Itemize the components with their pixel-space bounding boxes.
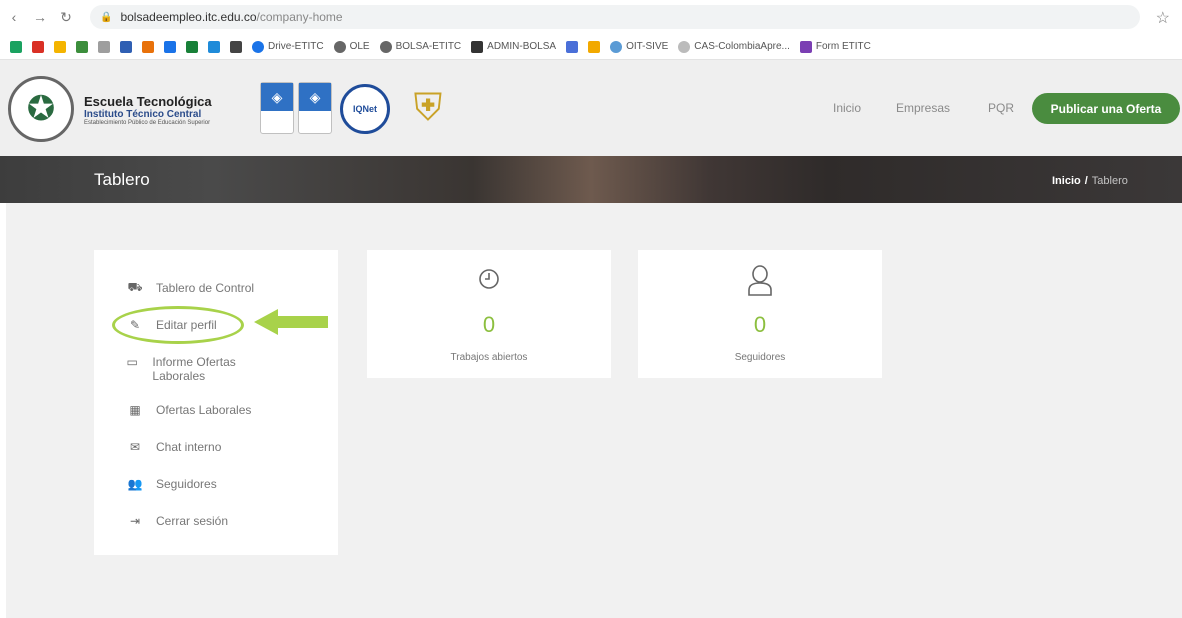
monitor-icon: ▭ (126, 355, 138, 369)
stat-label: Seguidores (734, 352, 786, 363)
app-icon[interactable] (588, 40, 601, 53)
logo-subtitle: Instituto Técnico Central (84, 109, 202, 120)
sidebar-item-seguidores[interactable]: 👥 Seguidores (128, 477, 217, 491)
sidebar-item-ofertas[interactable]: ▦ Ofertas Laborales (128, 403, 251, 417)
forward-icon[interactable]: → (30, 7, 50, 27)
logo-tagline: Establecimiento Público de Educación Sup… (84, 120, 211, 126)
url-path: /company-home (256, 10, 343, 24)
stat-value: 0 (482, 312, 496, 337)
school-name-logo[interactable]: Escuela Tecnológica Instituto Técnico Ce… (84, 94, 234, 126)
highlight-oval (112, 306, 244, 344)
sidebar-item-cerrar-sesion[interactable]: ⇥ Cerrar sesión (128, 514, 228, 528)
app-icon[interactable] (54, 40, 66, 53)
bookmark-cas[interactable]: CAS-ColombiaApre... (678, 40, 790, 53)
bookmark-drive-etitc[interactable]: Drive-ETITC (252, 40, 324, 53)
nav-empresas[interactable]: Empresas (896, 101, 950, 115)
app-icon[interactable] (208, 40, 220, 53)
clock-icon (367, 268, 611, 295)
pointer-arrow-icon (254, 309, 328, 335)
sidebar-item-tablero[interactable]: ⛟ Tablero de Control (127, 280, 255, 295)
publish-offer-button[interactable]: Publicar una Oferta (1032, 93, 1180, 124)
school-seal-logo[interactable]: ✪ (8, 76, 74, 142)
stat-card-trabajos: 0 Trabajos abiertos (367, 250, 611, 378)
page-banner (0, 156, 1182, 203)
bookmark-form-etitc[interactable]: Form ETITC (799, 40, 871, 53)
app-icon[interactable] (142, 40, 154, 53)
url-host: bolsadeempleo.itc.edu.co (120, 10, 257, 24)
sidebar-item-label: Chat interno (156, 440, 222, 454)
app-icon[interactable] (186, 40, 198, 53)
film-icon: ▦ (129, 403, 141, 417)
sidebar-item-chat[interactable]: ✉ Chat interno (128, 440, 221, 454)
iqnet-badge: IQNet (340, 84, 390, 134)
breadcrumb-current: Tablero (1091, 175, 1128, 187)
drive-app-icon[interactable] (10, 40, 22, 53)
bookmark-bolsa-etitc[interactable]: BOLSA-ETITC (379, 40, 461, 53)
stat-value: 0 (753, 312, 767, 337)
dashboard-icon: ⛟ (127, 280, 143, 294)
app-icon[interactable] (566, 40, 579, 53)
sidebar-item-label: Tablero de Control (156, 281, 255, 295)
bookmark-oit-sive[interactable]: OIT-SIVE (610, 40, 668, 53)
stat-label: Trabajos abiertos (450, 352, 528, 363)
user-icon (638, 264, 882, 301)
gmail-app-icon[interactable] (32, 40, 44, 53)
sidebar-item-label: Informe Ofertas Laborales (152, 355, 236, 383)
bookmarks-bar: Drive-ETITC OLE BOLSA-ETITC ADMIN-BOLSA … (0, 34, 1182, 60)
nav-inicio[interactable]: Inicio (833, 101, 861, 115)
bookmark-ole[interactable]: OLE (333, 40, 370, 53)
bookmark-star-icon[interactable]: ☆ (1156, 8, 1170, 28)
reload-icon[interactable]: ↻ (56, 7, 76, 27)
sidebar-item-informe[interactable]: ▭ Informe Ofertas Laborales (126, 355, 276, 383)
breadcrumb-separator: / (1084, 175, 1088, 187)
colombia-shield-icon: ⛨ (413, 86, 443, 129)
breadcrumb: Inicio / Tablero (1052, 175, 1128, 187)
back-icon[interactable]: ‹ (4, 7, 24, 27)
lock-icon: 🔒 (100, 11, 113, 23)
nav-pqr[interactable]: PQR (988, 101, 1014, 115)
stat-card-seguidores: 0 Seguidores (638, 250, 882, 378)
app-icon[interactable] (98, 40, 110, 53)
breadcrumb-home-link[interactable]: Inicio (1052, 175, 1081, 187)
app-icon[interactable] (230, 40, 242, 53)
logo-title: Escuela Tecnológica (84, 94, 212, 109)
sidebar-item-label: Seguidores (156, 477, 217, 491)
address-bar[interactable]: 🔒 bolsadeempleo.itc.edu.co /company-home (90, 5, 1140, 29)
sidebar-item-label: Ofertas Laborales (156, 403, 252, 417)
sign-out-icon: ⇥ (129, 514, 141, 528)
users-icon: 👥 (127, 477, 143, 491)
sidebar-item-label: Cerrar sesión (156, 514, 229, 528)
bookmark-admin-bolsa[interactable]: ADMIN-BOLSA (471, 40, 556, 53)
certification-badge: ◈ (298, 82, 332, 134)
page-title: Tablero (94, 170, 150, 189)
browser-toolbar: ‹ → ↻ 🔒 bolsadeempleo.itc.edu.co /compan… (0, 0, 1182, 34)
app-icon[interactable] (76, 40, 88, 53)
app-icon[interactable] (164, 40, 176, 53)
envelope-icon: ✉ (129, 440, 141, 454)
certification-badge: ◈ (260, 82, 294, 134)
app-icon[interactable] (120, 40, 132, 53)
